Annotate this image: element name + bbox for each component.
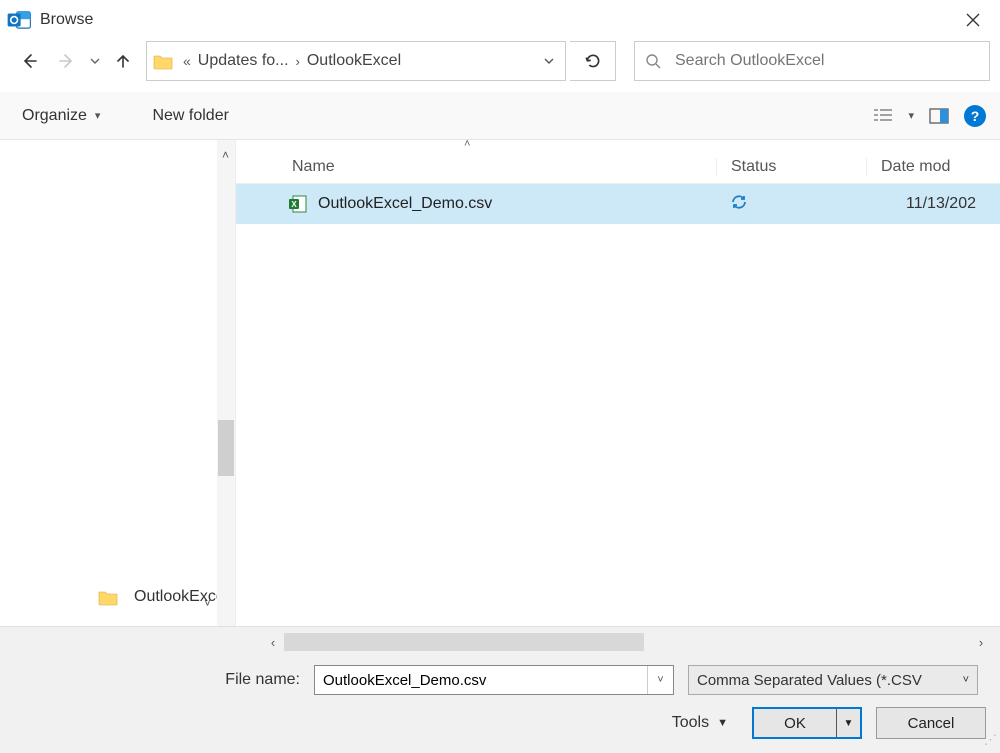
chevron-down-icon[interactable]: ˅ (204, 596, 211, 610)
sidebar-scrollbar[interactable] (217, 140, 235, 626)
address-history-dropdown[interactable] (533, 42, 565, 80)
folder-icon (98, 588, 118, 606)
search-input[interactable] (673, 51, 979, 71)
new-folder-label: New folder (152, 107, 228, 125)
chevron-down-icon: ▾ (95, 109, 101, 122)
recent-locations-dropdown[interactable] (88, 56, 102, 66)
titlebar: Browse (0, 0, 1000, 40)
svg-text:X: X (291, 200, 297, 209)
column-name-header[interactable]: Name (236, 158, 716, 176)
scroll-right-icon[interactable]: › (970, 635, 992, 650)
navigation-pane[interactable]: ˄ OutlookExcel ˅ (0, 140, 236, 626)
file-row[interactable]: X OutlookExcel_Demo.csv 11/13/202 (236, 184, 1000, 224)
resize-grip-icon[interactable]: ⋰ (984, 737, 996, 749)
chevron-right-icon: › (296, 54, 300, 69)
file-name-input[interactable] (315, 672, 647, 689)
refresh-button[interactable] (570, 41, 616, 81)
organize-button[interactable]: Organize ▾ (14, 101, 108, 131)
file-list-pane: ˄ Name Status Date mod X OutlookExcel_De… (236, 140, 1000, 626)
close-button[interactable] (950, 4, 996, 36)
folder-icon (153, 52, 173, 70)
dialog-footer: ‹ › File name: ˅ Comma Separated Values … (0, 626, 1000, 753)
breadcrumb-segment-current[interactable]: OutlookExcel (307, 52, 401, 70)
preview-pane-button[interactable] (928, 105, 950, 127)
file-name: OutlookExcel_Demo.csv (318, 195, 492, 213)
breadcrumb[interactable]: « Updates fo... › OutlookExcel (181, 52, 533, 70)
file-type-label: Comma Separated Values (*.CSV (697, 672, 922, 689)
navbar: « Updates fo... › OutlookExcel (0, 40, 1000, 92)
window-title: Browse (40, 11, 93, 29)
scroll-left-icon[interactable]: ‹ (262, 635, 284, 650)
ok-button[interactable]: OK ▼ (752, 707, 862, 739)
excel-file-icon: X (288, 194, 308, 214)
file-type-select[interactable]: Comma Separated Values (*.CSV ˅ (688, 665, 978, 695)
address-bar[interactable]: « Updates fo... › OutlookExcel (146, 41, 566, 81)
sort-indicator-icon: ˄ (464, 138, 470, 150)
up-button[interactable] (106, 44, 140, 78)
sidebar-scroll-thumb[interactable] (218, 420, 234, 476)
sidebar-item-label: OutlookExcel (134, 588, 228, 606)
chevron-down-icon[interactable]: ▾ (908, 109, 914, 122)
column-headers[interactable]: Name Status Date mod (236, 150, 1000, 184)
body: ˄ OutlookExcel ˅ ˄ Name Status Date mod … (0, 140, 1000, 626)
tools-button[interactable]: Tools ▼ (662, 708, 738, 738)
search-icon (645, 53, 661, 69)
file-name-label: File name: (0, 671, 300, 689)
view-options-button[interactable] (872, 105, 894, 127)
organize-label: Organize (22, 107, 87, 125)
column-date-header[interactable]: Date mod (866, 158, 1000, 176)
toolbar: Organize ▾ New folder ▾ ? (0, 92, 1000, 140)
breadcrumb-overflow-icon[interactable]: « (183, 53, 191, 69)
sidebar-item-outlookexcel[interactable]: OutlookExcel (0, 580, 235, 614)
file-dialog: Browse « Updates fo... › Outlook (0, 0, 1000, 753)
back-button[interactable] (12, 44, 46, 78)
scroll-up-icon[interactable]: ˄ (222, 148, 229, 162)
column-status-header[interactable]: Status (716, 158, 866, 176)
chevron-down-icon: ˅ (963, 674, 969, 686)
file-name-history-dropdown[interactable]: ˅ (647, 666, 673, 694)
help-button[interactable]: ? (964, 105, 986, 127)
tools-label: Tools (672, 714, 709, 732)
breadcrumb-segment[interactable]: Updates fo... (198, 52, 289, 70)
sync-status-icon (730, 193, 748, 216)
file-date: 11/13/202 (866, 195, 1000, 213)
search-box[interactable] (634, 41, 990, 81)
cancel-label: Cancel (908, 715, 955, 732)
ok-split-dropdown[interactable]: ▼ (836, 709, 860, 737)
chevron-down-icon: ▼ (717, 717, 728, 729)
file-name-field[interactable]: ˅ (314, 665, 674, 695)
forward-button[interactable] (50, 44, 84, 78)
ok-label: OK (784, 715, 806, 732)
horizontal-scrollbar[interactable] (284, 633, 644, 651)
outlook-app-icon (6, 7, 32, 33)
new-folder-button[interactable]: New folder (144, 101, 236, 131)
cancel-button[interactable]: Cancel (876, 707, 986, 739)
